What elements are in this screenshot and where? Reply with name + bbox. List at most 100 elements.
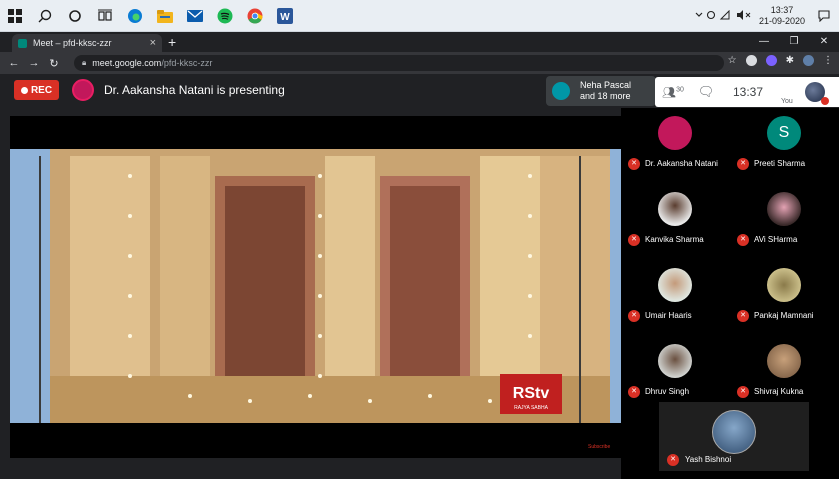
profile-avatar[interactable] (803, 55, 814, 66)
participant-avatar: S (767, 116, 801, 150)
people-icon: 👥︎ (662, 86, 677, 99)
participant-tile[interactable]: ✕ Umair Haaris (621, 260, 730, 336)
participant-name: Umair Haaris (645, 311, 692, 320)
meeting-clock: 13:37 (732, 85, 764, 99)
participant-name: AVi SHarma (754, 235, 798, 244)
mic-off-icon (821, 97, 829, 105)
participant-tile[interactable]: ✕ Yash Bishnoi (659, 402, 809, 471)
url-input[interactable]: 🔒︎ meet.google.com /pfd-kksc-zzr (74, 55, 724, 71)
file-explorer-icon[interactable] (150, 0, 180, 32)
tab-title: Meet – pfd-kksc-zzr (33, 38, 112, 48)
participant-avatar (658, 116, 692, 150)
rec-label: REC (30, 84, 53, 96)
mail-icon[interactable] (180, 0, 210, 32)
meet-header: REC Dr. Aakansha Natani is presenting Ne… (0, 74, 839, 108)
presentation-video-frame: RStv RAJYA SABHA (10, 116, 621, 458)
subscribe-label: Subscribe (588, 444, 611, 450)
chat-icon[interactable]: 🗨︎ (691, 84, 721, 100)
participant-tile[interactable]: ✕ Shivraj Kukna (730, 336, 839, 412)
mic-off-icon: ✕ (628, 158, 640, 170)
meet-favicon-icon (18, 38, 27, 48)
participant-name: Yash Bishnoi (685, 455, 732, 464)
puzzle-extensions-icon[interactable]: ✱ (786, 55, 794, 66)
bookmark-star-icon[interactable]: ☆ (728, 55, 737, 66)
edge-icon[interactable] (120, 0, 150, 32)
mic-off-icon: ✕ (737, 158, 749, 170)
restore-icon[interactable]: ❐ (779, 32, 809, 52)
chrome-menu-icon[interactable]: ⋮ (823, 55, 833, 66)
participant-avatar (658, 344, 692, 378)
participant-count: 30 (676, 85, 684, 93)
taskbar-clock[interactable]: 13:37 21-09-2020 (759, 5, 805, 27)
participant-name: Pankaj Mamnani (754, 311, 814, 320)
rstv-logo-subtext: RAJYA SABHA (514, 405, 548, 411)
close-tab-icon[interactable]: × (150, 37, 156, 49)
window-close-icon[interactable]: ✕ (809, 32, 839, 52)
spotify-icon[interactable] (210, 0, 240, 32)
chip-avatar (552, 82, 570, 100)
participant-avatar (767, 268, 801, 302)
back-icon[interactable]: ← (4, 57, 24, 69)
mic-off-icon: ✕ (737, 234, 749, 246)
participant-tile[interactable]: ✕ Dhruv Singh (621, 336, 730, 412)
presenting-text: Dr. Aakansha Natani is presenting (104, 83, 285, 97)
clock-time: 13:37 (770, 5, 794, 15)
address-bar-row: ← → ↻ 🔒︎ meet.google.com /pfd-kksc-zzr ☆… (0, 52, 839, 74)
mic-off-icon: ✕ (628, 386, 640, 398)
chrome-icon[interactable] (240, 0, 270, 32)
new-tab-icon[interactable]: + (168, 34, 176, 50)
participant-tile[interactable]: ✕ Kanvika Sharma (621, 184, 730, 260)
participant-avatar (767, 192, 801, 226)
participant-avatar (658, 268, 692, 302)
mic-off-icon: ✕ (737, 386, 749, 398)
people-button[interactable]: 👥︎30 (655, 86, 691, 99)
svg-text:W: W (280, 12, 290, 23)
notification-icon[interactable] (813, 5, 835, 27)
word-icon[interactable]: W (270, 0, 300, 32)
participant-tile[interactable]: ✕ Pankaj Mamnani (730, 260, 839, 336)
presenter-avatar (72, 79, 94, 101)
chip-more: and 18 more (580, 91, 631, 101)
extension-icon[interactable] (745, 55, 757, 66)
search-icon[interactable] (30, 0, 60, 32)
windows-taskbar: W 13:37 21-09-2020 (0, 0, 839, 32)
participant-tile[interactable]: ✕ AVi SHarma (730, 184, 839, 260)
recording-badge[interactable]: REC (14, 80, 59, 100)
url-host: meet.google.com (92, 58, 162, 68)
self-view[interactable]: You (775, 77, 835, 107)
reload-icon[interactable]: ↻ (44, 57, 64, 70)
mic-off-icon: ✕ (628, 234, 640, 246)
system-tray-icons[interactable] (695, 9, 753, 23)
rstv-logo-text: RStv (513, 385, 550, 402)
participant-avatar (712, 410, 756, 454)
record-dot-icon (20, 86, 28, 94)
browser-tab-strip: Meet – pfd-kksc-zzr × + — ❐ ✕ (0, 32, 839, 52)
chip-name: Neha Pascal (580, 80, 632, 90)
forward-icon[interactable]: → (24, 57, 44, 69)
cortana-icon[interactable] (60, 0, 90, 32)
participant-avatar (658, 192, 692, 226)
mic-off-icon: ✕ (737, 310, 749, 322)
participant-name: Dr. Aakansha Natani (645, 159, 718, 168)
clock-date: 21-09-2020 (758, 16, 805, 26)
dark-mode-extension-icon[interactable] (765, 55, 777, 66)
participant-avatar (767, 344, 801, 378)
lock-icon: 🔒︎ (82, 58, 87, 67)
meet-page: REC Dr. Aakansha Natani is presenting Ne… (0, 74, 839, 479)
url-path: /pfd-kksc-zzr (161, 58, 213, 68)
participant-name: Kanvika Sharma (645, 235, 704, 244)
task-view-icon[interactable] (90, 0, 120, 32)
presentation-stage[interactable]: RStv RAJYA SABHA Subscribe (10, 116, 621, 458)
participant-name: Dhruv Singh (645, 387, 690, 396)
minimize-icon[interactable]: — (749, 32, 779, 52)
you-label: You (781, 98, 793, 105)
mic-off-icon: ✕ (667, 454, 679, 466)
meet-top-toolbar: 👥︎30 🗨︎ 13:37 You (655, 77, 839, 107)
windows-start-icon[interactable] (0, 0, 30, 32)
mic-off-icon: ✕ (628, 310, 640, 322)
participant-tile[interactable]: S ✕ Preeti Sharma (730, 108, 839, 184)
browser-tab[interactable]: Meet – pfd-kksc-zzr × (12, 34, 162, 52)
participant-name: Shivraj Kukna (754, 387, 804, 396)
participants-chip[interactable]: Neha Pascal and 18 more (546, 76, 656, 106)
participant-tile[interactable]: ✕ Dr. Aakansha Natani (621, 108, 730, 184)
